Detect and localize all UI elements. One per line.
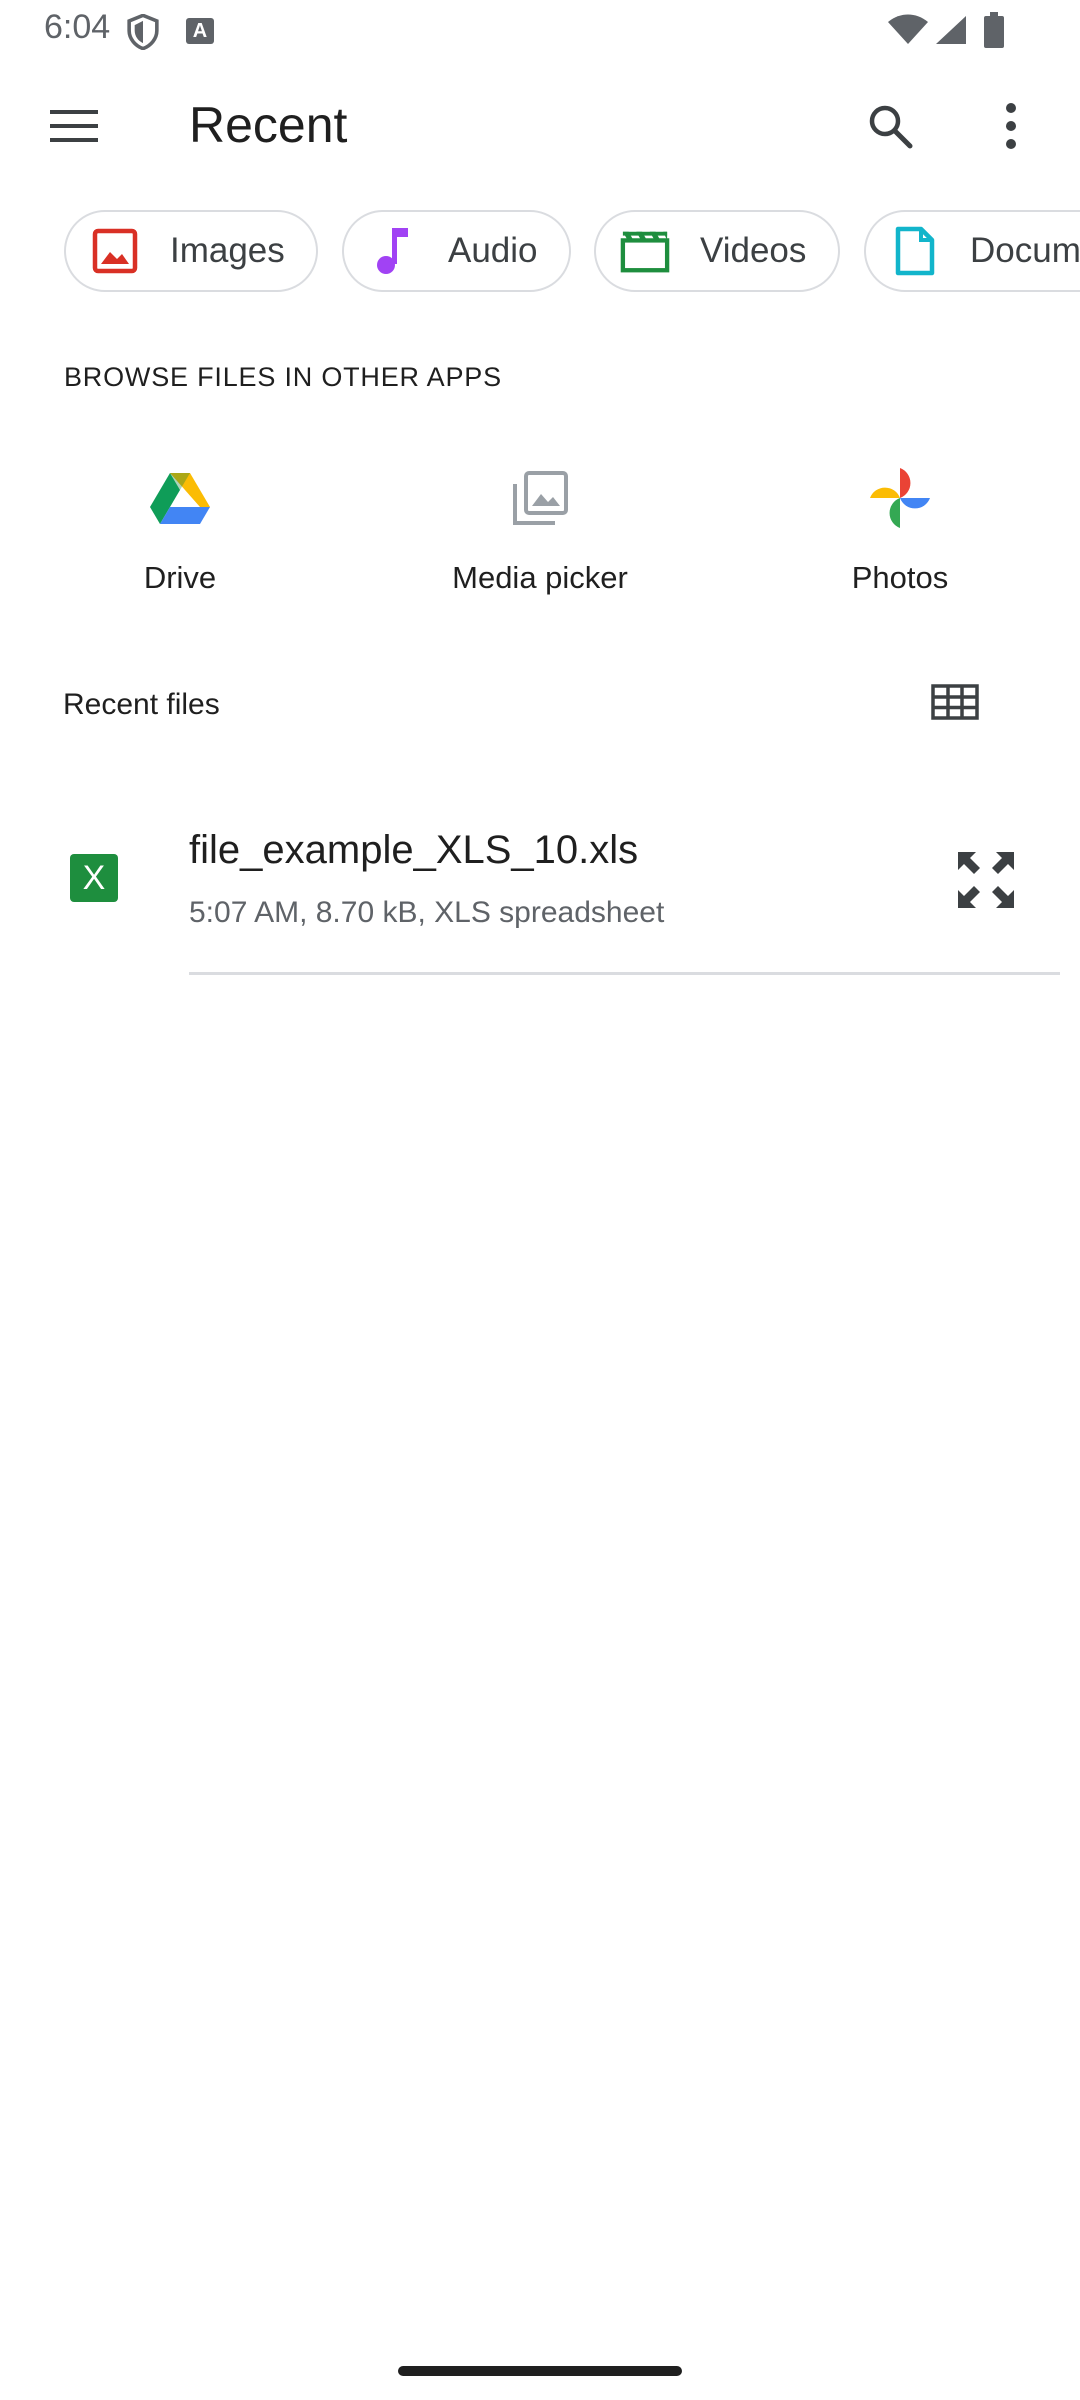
file-meta: 5:07 AM, 8.70 kB, XLS spreadsheet xyxy=(189,896,665,929)
google-photos-icon xyxy=(868,466,932,530)
preview-expand-button[interactable] xyxy=(946,840,1026,920)
search-button[interactable] xyxy=(850,94,930,158)
expand-icon xyxy=(958,852,1014,908)
recent-files-heading: Recent files xyxy=(63,688,220,721)
grid-view-icon xyxy=(931,684,979,720)
hamburger-menu-icon xyxy=(50,110,98,142)
xls-file-icon: X xyxy=(70,854,118,902)
app-photos[interactable]: Photos xyxy=(720,460,1080,620)
status-bar: 6:04 A xyxy=(0,0,1080,64)
chip-videos-label: Videos xyxy=(700,231,807,270)
more-options-button[interactable] xyxy=(975,94,1047,158)
music-note-icon xyxy=(368,226,418,276)
grid-view-toggle-button[interactable] xyxy=(925,672,985,732)
chip-documents[interactable]: Documents xyxy=(864,210,1080,292)
file-list-item[interactable]: X file_example_XLS_10.xls 5:07 AM, 8.70 … xyxy=(0,800,1080,975)
photo-library-icon xyxy=(508,466,572,530)
cell-signal-icon xyxy=(936,16,966,44)
gesture-navigation-bar[interactable] xyxy=(398,2366,682,2376)
more-vert-icon xyxy=(1006,103,1016,149)
document-icon xyxy=(890,226,940,276)
list-divider xyxy=(189,972,1060,975)
keyboard-a-glyph: A xyxy=(192,19,208,42)
navigation-menu-button[interactable] xyxy=(24,94,124,158)
file-name: file_example_XLS_10.xls xyxy=(189,828,639,872)
app-drive-label: Drive xyxy=(143,560,217,595)
shield-icon xyxy=(127,14,159,50)
app-drive[interactable]: Drive xyxy=(0,460,360,620)
image-icon xyxy=(90,226,140,276)
app-media-picker-label: Media picker xyxy=(452,560,628,595)
chip-videos[interactable]: Videos xyxy=(594,210,840,292)
google-drive-icon xyxy=(148,466,212,530)
app-photos-label: Photos xyxy=(851,560,949,595)
category-chips: Images Audio Videos Docume xyxy=(0,210,1080,294)
movie-clapper-icon xyxy=(620,226,670,276)
chip-documents-label: Documents xyxy=(970,231,1080,270)
app-bar: Recent xyxy=(0,64,1080,188)
wifi-icon xyxy=(888,14,928,44)
browse-other-apps-heading: BROWSE FILES IN OTHER APPS xyxy=(64,362,502,392)
chip-images[interactable]: Images xyxy=(64,210,318,292)
chip-audio[interactable]: Audio xyxy=(342,210,571,292)
status-time: 6:04 xyxy=(44,8,111,46)
app-media-picker[interactable]: Media picker xyxy=(360,460,720,620)
page-title: Recent xyxy=(189,97,348,153)
keyboard-a-icon: A xyxy=(186,18,214,44)
search-icon xyxy=(869,105,913,149)
battery-icon xyxy=(984,12,1004,48)
chip-images-label: Images xyxy=(170,231,285,270)
xls-file-glyph: X xyxy=(82,858,106,897)
chip-audio-label: Audio xyxy=(448,231,538,270)
